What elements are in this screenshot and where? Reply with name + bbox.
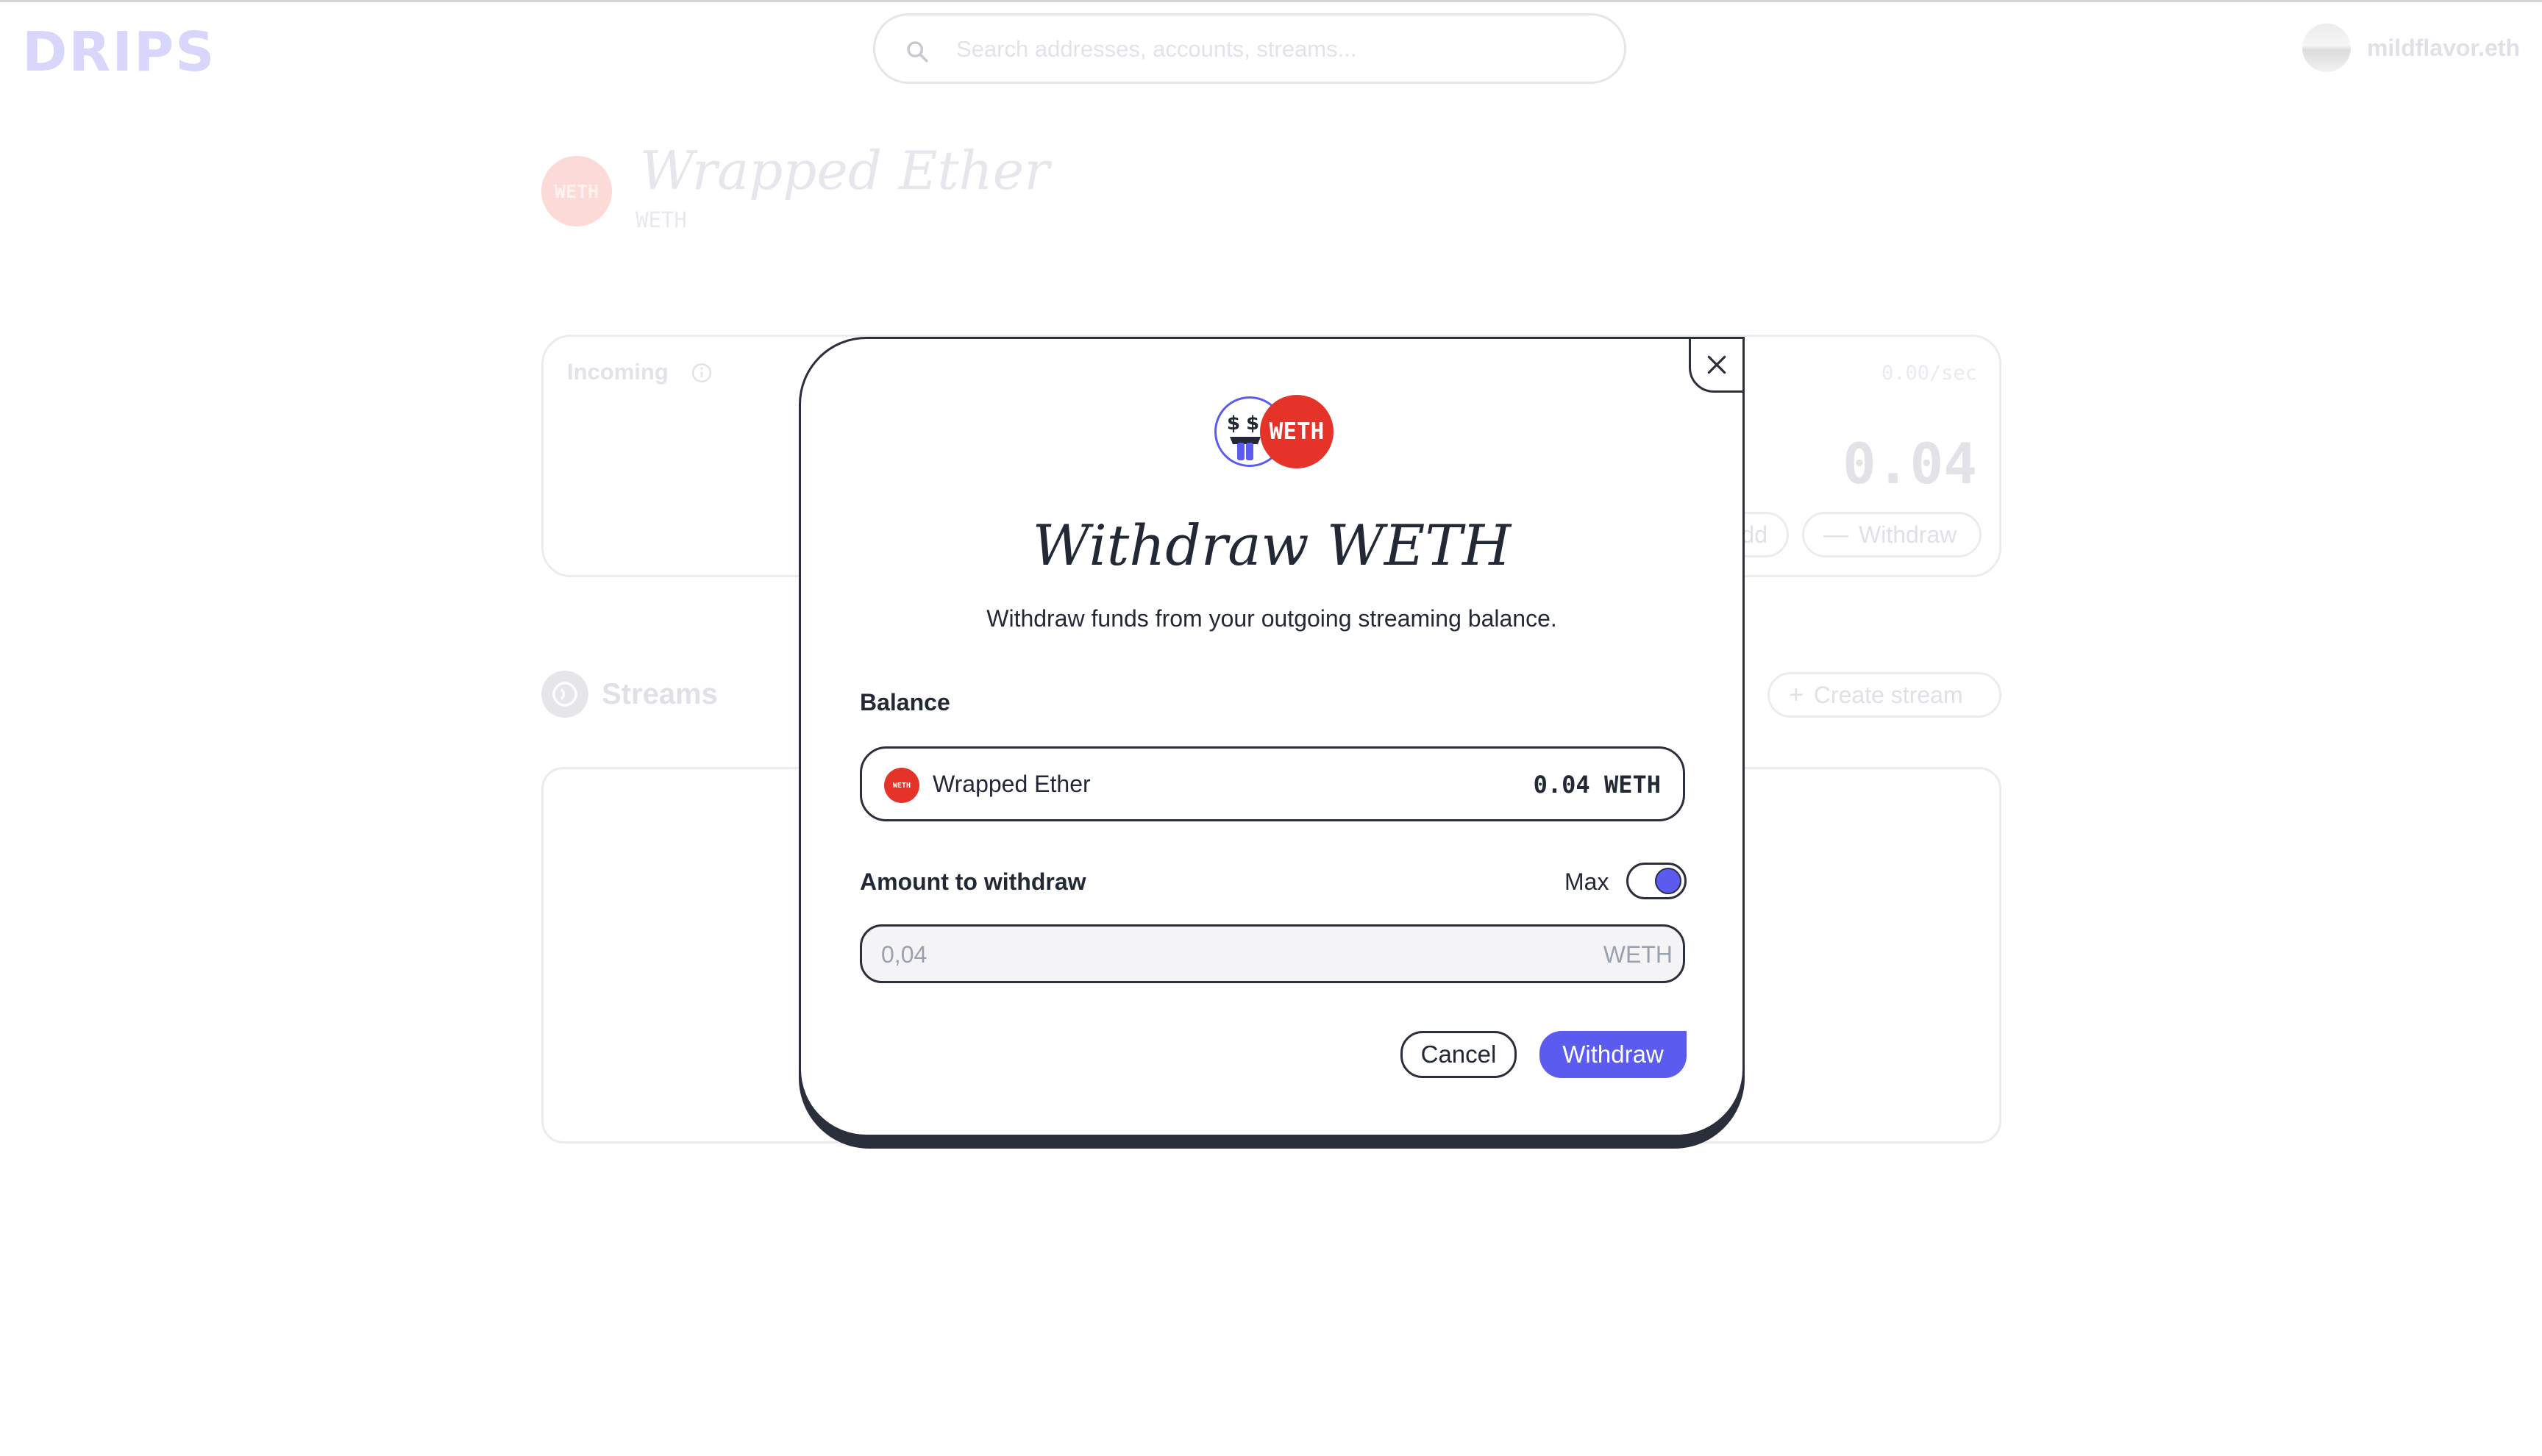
account-menu[interactable]: mildflavor.eth bbox=[2301, 24, 2520, 72]
token-symbol: WETH bbox=[636, 207, 687, 232]
page: DRIPS mildflavor.eth WETH Wrapped Ether … bbox=[0, 0, 2542, 1456]
streams-title: Streams bbox=[602, 677, 718, 710]
close-icon bbox=[1707, 355, 1726, 374]
withdraw-modal: $ $ WETH Withdraw WETH Withdraw funds fr… bbox=[799, 337, 1745, 1137]
withdraw-funds-button[interactable]: — Withdraw bbox=[1802, 512, 1982, 557]
plus-icon: + bbox=[1789, 680, 1804, 709]
avatar bbox=[2301, 24, 2351, 72]
withdraw-button[interactable]: Withdraw bbox=[1539, 1031, 1687, 1078]
cancel-button[interactable]: Cancel bbox=[1400, 1031, 1517, 1078]
max-toggle[interactable] bbox=[1626, 863, 1687, 899]
search-input[interactable] bbox=[956, 33, 1589, 65]
amount-unit: WETH bbox=[1603, 941, 1673, 968]
amount-label: Amount to withdraw bbox=[860, 868, 1086, 895]
amount-field[interactable]: WETH bbox=[860, 924, 1685, 983]
outgoing-rate: 0.00/sec bbox=[1881, 362, 1977, 385]
svg-text:$: $ bbox=[1227, 413, 1240, 435]
drips-logo[interactable]: DRIPS bbox=[22, 21, 216, 84]
balance-token-name: Wrapped Ether bbox=[933, 771, 1091, 797]
outgoing-amount: 0.04 bbox=[1842, 431, 1977, 496]
weth-token-icon: WETH bbox=[1260, 395, 1334, 468]
search-bar[interactable] bbox=[873, 13, 1626, 84]
toggle-knob bbox=[1655, 868, 1681, 894]
info-icon[interactable] bbox=[691, 362, 713, 384]
drips-icon bbox=[552, 682, 577, 707]
balance-amount: 0.04 WETH bbox=[1533, 771, 1661, 799]
close-button[interactable] bbox=[1689, 337, 1745, 393]
max-label: Max bbox=[1564, 868, 1609, 895]
weth-small-icon: WETH bbox=[884, 768, 919, 803]
token-icon: WETH bbox=[541, 156, 612, 226]
svg-text:$: $ bbox=[1246, 413, 1259, 435]
amount-input[interactable] bbox=[881, 940, 1470, 969]
streams-header: Streams bbox=[541, 671, 718, 718]
modal-header-icons: $ $ WETH bbox=[1214, 395, 1339, 468]
balance-label: Balance bbox=[860, 689, 950, 715]
withdraw-button-label: Withdraw bbox=[1859, 521, 1957, 548]
search-icon bbox=[907, 41, 928, 63]
modal-title: Withdraw WETH bbox=[1032, 513, 1512, 578]
minus-icon: — bbox=[1823, 520, 1848, 549]
create-stream-button[interactable]: + Create stream bbox=[1767, 672, 2001, 718]
account-name: mildflavor.eth bbox=[2366, 34, 2520, 61]
incoming-label: Incoming bbox=[567, 359, 669, 385]
modal-subtitle: Withdraw funds from your outgoing stream… bbox=[986, 605, 1557, 632]
token-name: Wrapped Ether bbox=[640, 140, 1050, 201]
create-stream-label: Create stream bbox=[1813, 681, 1963, 708]
balance-display: WETH Wrapped Ether 0.04 WETH bbox=[860, 746, 1685, 821]
streams-icon bbox=[541, 671, 588, 718]
